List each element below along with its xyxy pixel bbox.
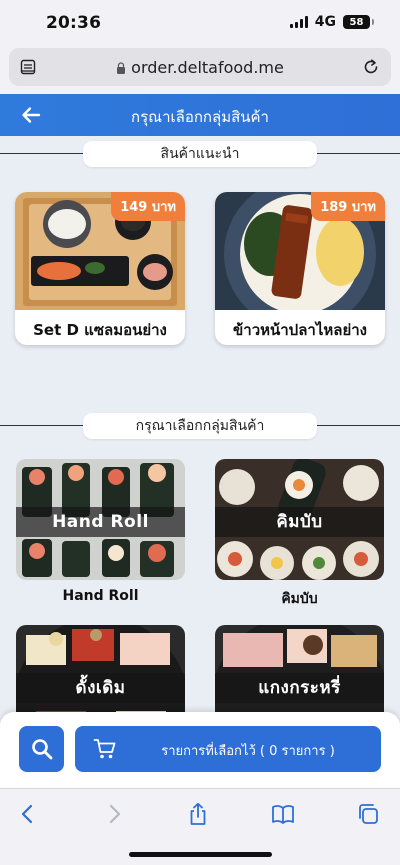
url-text: order.deltafood.me [131,58,284,77]
category-banner: คิมบับ [215,507,384,537]
category-banner: แกงกระหรี่ [215,673,384,703]
category-tile: Hand Roll [16,459,185,580]
bookmarks-icon[interactable] [271,802,295,826]
category-section-title: กรุณาเลือกกลุ่มสินค้า [83,413,317,439]
bottom-action-bar: รายการที่เลือกไว้ ( 0 รายการ ) [0,712,400,788]
category-hand-roll[interactable]: Hand Roll Hand Roll [16,459,185,604]
browser-address-bar: order.deltafood.me [0,44,400,94]
browser-toolbar [0,788,400,865]
category-label: Hand Roll [62,588,139,604]
category-label: คิมบับ [281,591,318,607]
product-name: Set D แซลมอนย่าง [33,321,167,339]
home-indicator [129,852,272,857]
cart-label: รายการที่เลือกไว้ ( 0 รายการ ) [161,744,335,759]
lock-icon [117,62,126,74]
price-badge: 189 บาท [311,192,385,221]
battery-level: 58 [349,16,364,28]
reload-icon[interactable] [361,57,381,77]
browser-forward-icon[interactable] [102,802,126,826]
cart-icon [93,739,116,759]
battery-icon: 58 [343,15,374,29]
product-card-salmon-set[interactable]: 149 บาท Set D แซลมอนย่าง [15,192,185,345]
product-card-eel-rice[interactable]: 189 บาท ข้าวหน้าปลาไหลย่าง [215,192,385,345]
search-button[interactable] [19,726,64,772]
share-icon[interactable] [186,802,210,826]
selected-items-button[interactable]: รายการที่เลือกไว้ ( 0 รายการ ) [75,726,381,772]
url-field[interactable]: order.deltafood.me [9,48,391,86]
app-header: กรุณาเลือกกลุ่มสินค้า [0,94,400,136]
status-time: 20:36 [46,13,102,33]
category-banner: Hand Roll [16,507,185,537]
product-name: ข้าวหน้าปลาไหลย่าง [233,321,367,339]
price-badge: 149 บาท [111,192,185,221]
search-icon [31,739,52,760]
network-type: 4G [314,14,336,30]
tabs-icon[interactable] [356,802,380,826]
category-tile: คิมบับ [215,459,384,580]
recommended-section-title: สินค้าแนะนำ [83,141,317,167]
status-bar: 20:36 4G 58 [0,0,400,44]
category-banner: ดั้งเดิม [16,673,185,703]
signal-icon [289,16,308,28]
category-kimbap[interactable]: คิมบับ คิมบับ [215,459,384,610]
page-title: กรุณาเลือกกลุ่มสินค้า [131,108,269,126]
browser-back-icon[interactable] [16,802,40,826]
